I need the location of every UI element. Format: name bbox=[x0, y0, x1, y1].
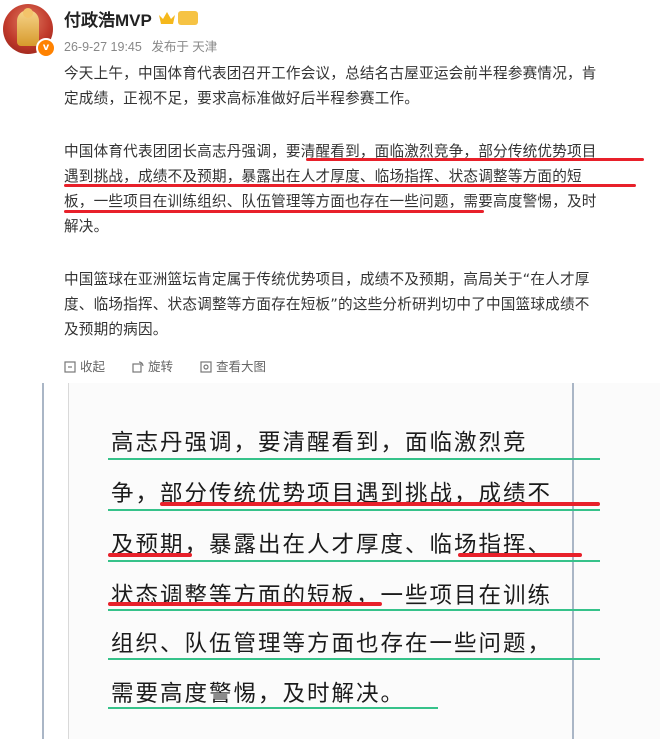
view-large-label: 查看大图 bbox=[216, 360, 267, 374]
paragraph-line: 定成绩，正视不足，要求高标准做好后半程参赛工作。 bbox=[64, 90, 420, 107]
image-text-line: 高志丹强调，要清醒看到，面临激烈竞 bbox=[111, 430, 528, 456]
red-underline bbox=[160, 502, 600, 506]
paragraph-line: 今天上午，中国体育代表团召开工作会议，总结名古屋亚运会前半程参赛情况，肯 bbox=[64, 65, 597, 82]
red-underline bbox=[108, 553, 192, 557]
rotate-icon bbox=[132, 361, 144, 373]
post-source: 发布于 天津 bbox=[151, 40, 218, 54]
green-underline bbox=[108, 707, 438, 709]
paragraph-line: 度、临场指挥、状态调整等方面存在短板”的这些分析研判切中了中国篮球成绩不 bbox=[64, 296, 590, 313]
post-meta: 26-9-27 19:45 发布于 天津 bbox=[64, 36, 217, 55]
rotate-label: 旋转 bbox=[148, 360, 174, 374]
green-underline bbox=[108, 560, 600, 562]
green-underline bbox=[108, 458, 600, 460]
collapse-label: 收起 bbox=[80, 360, 106, 374]
paragraph-line: 及预期的病因。 bbox=[64, 321, 168, 338]
crown-icon bbox=[159, 12, 175, 24]
green-underline bbox=[108, 609, 600, 611]
green-underline bbox=[108, 658, 600, 660]
paragraph-line: 中国篮球在亚洲篮坛肯定属于传统优势项目，成绩不及预期，高局关于“在人才厚 bbox=[64, 271, 590, 288]
green-underline bbox=[108, 509, 600, 511]
post-paragraph-1: 今天上午，中国体育代表团召开工作会议，总结名古屋亚运会前半程参赛情况，肯 定成绩… bbox=[64, 61, 650, 111]
red-underline bbox=[64, 210, 484, 213]
red-underline bbox=[458, 553, 582, 557]
level-badge bbox=[178, 11, 198, 25]
paragraph-line: 解决。 bbox=[64, 218, 109, 235]
rotate-button[interactable]: 旋转 bbox=[132, 356, 173, 375]
view-large-button[interactable]: 查看大图 bbox=[200, 356, 266, 375]
verified-v-icon: v bbox=[36, 38, 56, 58]
red-underline bbox=[108, 602, 382, 606]
author-name[interactable]: 付政浩MVP bbox=[64, 6, 152, 31]
post-paragraph-3: 中国篮球在亚洲篮坛肯定属于传统优势项目，成绩不及预期，高局关于“在人才厚 度、临… bbox=[64, 267, 650, 342]
red-underline bbox=[306, 158, 644, 161]
collapse-icon bbox=[64, 361, 76, 373]
red-underline bbox=[64, 184, 636, 187]
image-text-line: 组织、队伍管理等方面也存在一些问题， bbox=[111, 631, 553, 657]
post-timestamp: 26-9-27 19:45 bbox=[64, 40, 142, 54]
collapse-button[interactable]: 收起 bbox=[64, 356, 105, 375]
view-large-icon bbox=[200, 361, 212, 373]
post-paragraph-2: 中国体育代表团团长高志丹强调，要清醒看到，面临激烈竞争，部分传统优势项目 遇到挑… bbox=[64, 139, 650, 239]
image-text-line: 需要高度警惕，及时解决。 bbox=[111, 681, 406, 707]
